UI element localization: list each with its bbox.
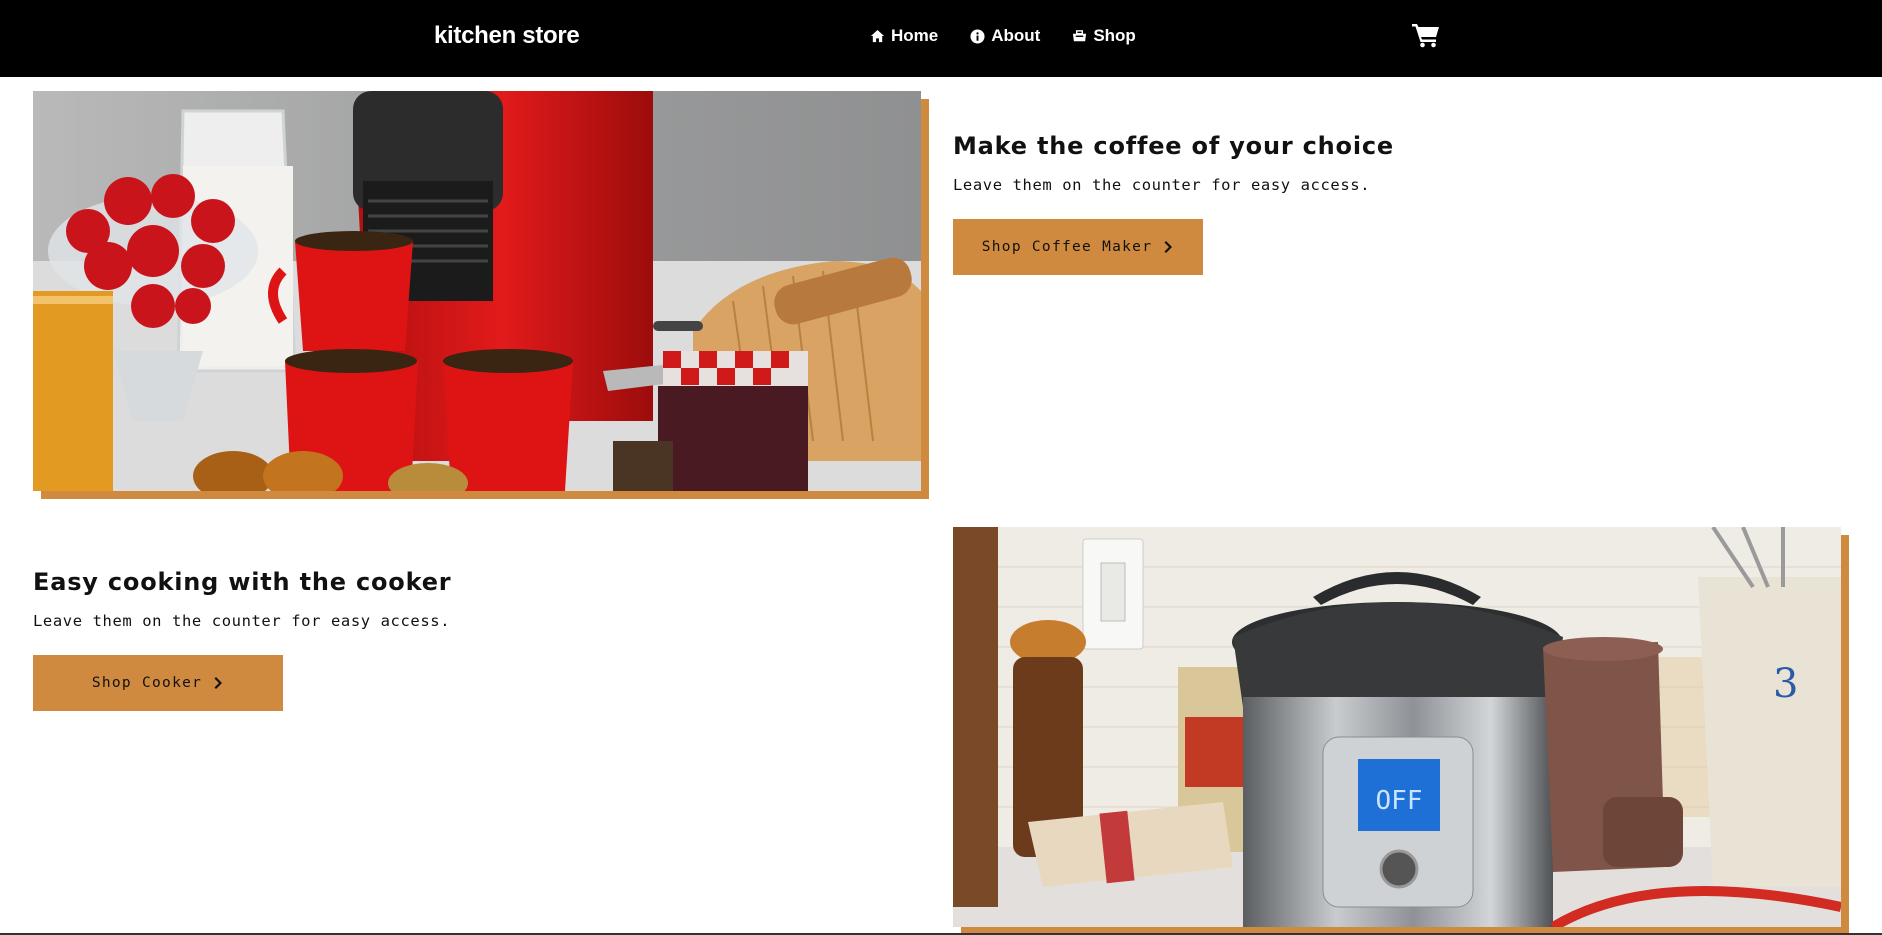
shop-coffee-maker-button[interactable]: Shop Coffee Maker [953, 219, 1203, 275]
chevron-right-icon [1164, 241, 1173, 253]
coffee-image-wrapper [33, 91, 929, 499]
nav-home-link[interactable]: Home [870, 26, 938, 46]
coffee-maker-photo [33, 91, 921, 491]
info-icon [970, 28, 985, 44]
cooker-image-wrapper: OFF 3 [953, 527, 1849, 935]
nav-about-link[interactable]: About [970, 26, 1040, 46]
coffee-feature-subtitle: Leave them on the counter for easy acces… [953, 176, 1371, 194]
cart-button[interactable] [1412, 22, 1440, 48]
nav-home-label: Home [891, 26, 939, 45]
navbar: kitchen store Home About Shop [0, 0, 1882, 77]
shop-coffee-maker-label: Shop Coffee Maker [981, 239, 1153, 255]
svg-text:3: 3 [1773, 661, 1798, 707]
nav-shop-link[interactable]: Shop [1072, 26, 1136, 46]
nav-shop-label: Shop [1093, 26, 1136, 45]
pressure-cooker-photo: OFF 3 [953, 527, 1841, 927]
coffee-feature-title: Make the coffee of your choice [953, 132, 1394, 160]
nav-links: Home About Shop [870, 26, 1136, 46]
cart-icon [1412, 24, 1439, 48]
shop-cooker-button[interactable]: Shop Cooker [33, 655, 283, 711]
cooker-display-text: OFF [1376, 786, 1423, 816]
home-icon [870, 29, 885, 42]
shop-icon [1073, 29, 1087, 41]
nav-about-label: About [991, 26, 1041, 45]
cooker-feature-subtitle: Leave them on the counter for easy acces… [33, 612, 451, 630]
cooker-feature-title: Easy cooking with the cooker [33, 568, 452, 596]
brand-logo[interactable]: kitchen store [434, 22, 580, 50]
shop-cooker-label: Shop Cooker [91, 675, 203, 691]
chevron-right-icon [214, 677, 223, 689]
